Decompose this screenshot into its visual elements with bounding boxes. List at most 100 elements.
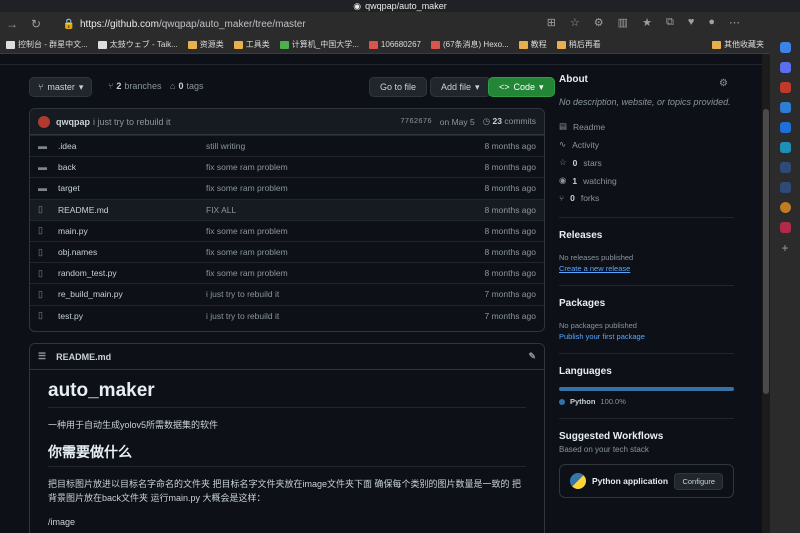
create-release-link[interactable]: Create a new release [559,264,734,273]
avatar[interactable] [38,115,50,128]
bookmark-folder[interactable]: 稍后再看 [556,39,601,50]
commit-hash[interactable]: 7762676 [400,118,432,126]
file-row[interactable]: ▯ test.py i just try to rebuild it 7 mon… [30,304,544,326]
bookmark-folder-other[interactable]: 其他收藏夹 [712,39,770,50]
search-icon[interactable] [779,182,791,193]
file-row[interactable]: ▯ random_test.py fix some ram problem 8 … [30,262,544,283]
page-scrollbar[interactable] [762,54,770,533]
tools-icon[interactable] [779,62,791,73]
about-heading: About [559,74,588,85]
bookmark-item[interactable]: (67条消息) Hexo... [430,39,509,50]
favorites-icon[interactable]: ★ [642,16,652,29]
list-icon[interactable]: ☰ [38,351,46,362]
commit-message[interactable]: i just try to rebuild it [93,117,171,127]
profile-avatar[interactable]: ● [708,16,715,29]
workflow-card: Python application Configure [559,464,734,498]
bookmark-folder[interactable]: 工具类 [233,39,270,50]
file-list: qwqpap i just try to rebuild it 7762676 … [29,108,545,332]
bookmark-item[interactable]: 106680267 [368,40,421,49]
folder-icon [518,40,528,49]
file-icon: ▯ [38,310,43,321]
star-icon: ☆ [559,157,567,167]
bookmark-page-icon [6,40,15,49]
readme-link[interactable]: ▤ Readme [559,121,734,132]
lock-icon: 🔒 [62,18,76,30]
collections-icon[interactable]: ⧉ [666,16,674,29]
add-file-button[interactable]: Add file ▾ [430,77,491,97]
edit-pencil-icon[interactable]: ✎ [528,351,536,362]
configure-button[interactable]: Configure [674,472,723,490]
performance-icon[interactable]: ♥ [688,16,695,29]
bookmark-item[interactable]: 计算机_中国大学... [279,39,359,50]
bookmark-page-icon [368,40,378,49]
split-view-icon[interactable]: ▥ [618,16,628,29]
file-row[interactable]: ▯ main.py fix some ram problem 8 months … [30,219,544,241]
file-icon: ▯ [38,204,43,215]
forks-link[interactable]: ⑂ 0 forks [559,193,734,203]
branch-select-button[interactable]: ⑂ master ▾ [29,77,93,97]
bookmark-page-icon [279,40,289,49]
file-row[interactable]: ▬ target fix some ram problem 8 months a… [30,177,544,198]
chevron-down-icon: ▾ [475,81,480,92]
releases-heading[interactable]: Releases [559,230,734,241]
language-item[interactable]: Python 100.0% [559,397,734,406]
folder-icon [556,40,566,49]
apps-icon[interactable]: ⊞ [547,16,556,29]
code-button[interactable]: <> Code ▾ [488,77,555,97]
history-icon: ◷ [482,116,491,126]
go-to-file-button[interactable]: Go to file [369,77,428,97]
about-description: No description, website, or topics provi… [559,97,731,107]
file-row[interactable]: ▯ re_build_main.py i just try to rebuild… [30,283,544,304]
tags-link[interactable]: ⌂ 0 tags [170,81,203,91]
workflows-heading: Suggested Workflows [559,431,664,442]
refresh-icon[interactable]: ↻ [24,12,48,36]
readme-content: auto_maker 一种用于自动生成yolov5所需数据集的软件 你需要做什么… [30,380,544,529]
folder-icon [187,40,197,49]
file-row[interactable]: ▯ README.md FIX ALL 8 months ago [30,198,544,220]
bookmark-folder[interactable]: 资源类 [187,39,224,50]
chevron-down-icon: ▾ [78,81,84,92]
fork-icon: ⑂ [559,193,565,203]
url-path: /qwqpap/auto_maker/tree/master [158,18,306,30]
file-icon: ▯ [38,267,43,278]
watching-link[interactable]: ◉ 1 watching [559,175,734,186]
file-row[interactable]: ▬ .idea still writing 8 months ago [30,135,544,156]
extension-icon[interactable] [779,202,791,213]
branch-icon: ⑂ [38,82,44,92]
send-icon[interactable] [779,142,791,153]
favorite-star-icon[interactable]: ☆ [570,16,580,29]
stars-link[interactable]: ☆ 0 stars [559,157,734,168]
activity-link[interactable]: ∿ Activity [559,139,734,150]
back-icon[interactable]: → [0,12,24,36]
shopping-icon[interactable] [779,82,791,93]
commit-meta: 7762676 on May 5 ◷ 23 commits [400,116,536,127]
commit-author[interactable]: qwqpap [56,117,90,127]
readme-paragraph: 把目标图片放进以目标名字命名的文件夹 把目标名字文件夹放在image文件夹下面 … [48,479,522,503]
scrollbar-thumb[interactable] [763,109,769,394]
branches-link[interactable]: ⑂ 2 branches [108,81,161,91]
publish-package-link[interactable]: Publish your first package [559,332,734,341]
add-icon[interactable]: + [780,241,791,255]
outlook-icon[interactable] [779,122,791,133]
file-icon: ▯ [38,246,43,257]
packages-heading[interactable]: Packages [559,298,734,309]
copilot-icon[interactable] [779,42,791,53]
games-icon[interactable] [779,102,791,113]
file-row[interactable]: ▬ back fix some ram problem 8 months ago [30,156,544,177]
gear-icon[interactable]: ⚙ [719,78,728,89]
bookmarks-bar: 控制台 - 群星中文... 太鼓ウェブ - Taik... 资源类 工具类 计算… [0,36,770,54]
bookmark-folder[interactable]: 教程 [518,39,547,50]
more-menu-icon[interactable]: ⋯ [729,16,740,29]
search-icon[interactable] [779,162,791,173]
github-page: ⑂ master ▾ ⑂ 2 branches ⌂ 0 tags Go to f… [0,54,762,533]
bookmark-item[interactable]: 太鼓ウェブ - Taik... [97,39,178,50]
raspberry-icon[interactable] [779,222,791,233]
divider [559,418,734,419]
bookmark-item[interactable]: 控制台 - 群星中文... [6,39,88,50]
readme-title: auto_maker [48,380,526,408]
file-row[interactable]: ▯ obj.names fix some ram problem 8 month… [30,240,544,262]
commits-link[interactable]: ◷ 23 commits [483,116,536,127]
language-bar [559,387,734,391]
extensions-icon[interactable]: ⚙ [594,16,604,29]
readme-filename: README.md [56,351,112,362]
